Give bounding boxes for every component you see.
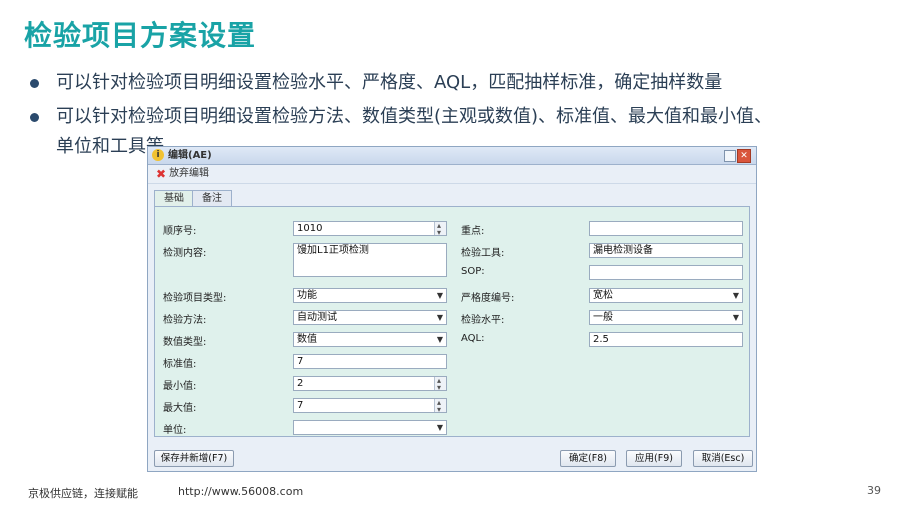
content-value: 馒加L1正项检测 (297, 245, 369, 256)
dialog-title: 编辑(AE) (168, 150, 212, 161)
datatype-value: 数值 (297, 334, 317, 345)
discard-edit-button[interactable]: ✖ 放弃编辑 (156, 165, 209, 183)
seq-value: 1010 (297, 223, 323, 234)
datatype-label: 数值类型: (163, 337, 207, 348)
item-type-label: 检验项目类型: (163, 293, 227, 304)
page-number: 39 (867, 484, 881, 497)
unit-select[interactable]: ▼ (293, 420, 447, 435)
min-label: 最小值: (163, 381, 197, 392)
aql-input[interactable]: 2.5 (589, 332, 743, 347)
footer-url: http://www.56008.com (178, 485, 304, 498)
method-select[interactable]: 自动测试 ▼ (293, 310, 447, 325)
spin-arrows-icon[interactable] (434, 396, 446, 416)
dropdown-caret-icon: ▼ (436, 335, 443, 344)
severity-select[interactable]: 宽松 ▼ (589, 288, 743, 303)
seq-stepper[interactable]: 1010 (293, 219, 447, 239)
aql-value: 2.5 (593, 334, 609, 345)
basic-form-panel: 顺序号: 1010 检测内容: 馒加L1正项检测 检验项目类型: 功能 ▼ 检验… (154, 206, 750, 437)
info-icon: i (152, 149, 164, 161)
dialog-toolbar: ✖ 放弃编辑 (148, 165, 756, 184)
bullet-item: 可以针对检验项目明细设置检验水平、严格度、AQL，匹配抽样标准，确定抽样数量 (30, 68, 890, 98)
dropdown-caret-icon: ▼ (732, 313, 739, 322)
slide-title: 检验项目方案设置 (24, 19, 257, 52)
bullet-dot-icon (30, 79, 39, 88)
restore-window-button[interactable] (724, 150, 736, 162)
min-stepper[interactable]: 2 (293, 374, 447, 394)
sop-label: SOP: (461, 266, 485, 277)
std-input[interactable]: 7 (293, 354, 447, 369)
key-label: 重点: (461, 226, 485, 237)
severity-label: 严格度编号: (461, 293, 515, 304)
std-value: 7 (297, 356, 304, 367)
cancel-x-icon: ✖ (156, 167, 167, 181)
severity-value: 宽松 (593, 290, 613, 301)
level-label: 检验水平: (461, 315, 505, 326)
content-label: 检测内容: (163, 248, 207, 259)
dropdown-caret-icon: ▼ (436, 291, 443, 300)
discard-edit-label: 放弃编辑 (169, 168, 210, 179)
min-value: 2 (297, 378, 304, 389)
dropdown-caret-icon: ▼ (436, 423, 443, 432)
apply-button[interactable]: 应用(F9) (626, 450, 682, 467)
sop-input[interactable] (589, 265, 743, 280)
tool-label: 检验工具: (461, 248, 505, 259)
max-label: 最大值: (163, 403, 197, 414)
aql-label: AQL: (461, 333, 485, 344)
footer-tagline: 京极供应链，连接赋能 (28, 487, 138, 500)
tab-remarks[interactable]: 备注 (192, 190, 232, 207)
key-input[interactable] (589, 221, 743, 236)
max-stepper[interactable]: 7 (293, 396, 447, 416)
unit-label: 单位: (163, 425, 187, 436)
close-window-button[interactable]: ✕ (737, 149, 751, 163)
method-value: 自动测试 (297, 312, 337, 323)
seq-label: 顺序号: (163, 226, 197, 237)
max-value: 7 (297, 400, 304, 411)
tool-input[interactable]: 漏电检测设备 (589, 243, 743, 258)
item-type-value: 功能 (297, 290, 317, 301)
tool-value: 漏电检测设备 (593, 245, 653, 256)
spin-arrows-icon[interactable] (434, 374, 446, 394)
save-and-new-button[interactable]: 保存并新增(F7) (154, 450, 234, 467)
content-textarea[interactable]: 馒加L1正项检测 (293, 243, 447, 277)
datatype-select[interactable]: 数值 ▼ (293, 332, 447, 347)
level-value: 一般 (593, 312, 613, 323)
method-label: 检验方法: (163, 315, 207, 326)
dropdown-caret-icon: ▼ (732, 291, 739, 300)
bullet-dot-icon (30, 113, 39, 122)
dropdown-caret-icon: ▼ (436, 313, 443, 322)
dialog-titlebar: i 编辑(AE) ✕ (148, 147, 756, 165)
item-type-select[interactable]: 功能 ▼ (293, 288, 447, 303)
level-select[interactable]: 一般 ▼ (589, 310, 743, 325)
bullet-text: 可以针对检验项目明细设置检验水平、严格度、AQL，匹配抽样标准，确定抽样数量 (56, 72, 723, 93)
cancel-button[interactable]: 取消(Esc) (693, 450, 753, 467)
std-label: 标准值: (163, 359, 197, 370)
spin-arrows-icon[interactable] (434, 219, 446, 239)
edit-dialog: i 编辑(AE) ✕ ✖ 放弃编辑 基础 备注 顺序号: 1010 检测内容: … (147, 146, 757, 472)
ok-button[interactable]: 确定(F8) (560, 450, 616, 467)
